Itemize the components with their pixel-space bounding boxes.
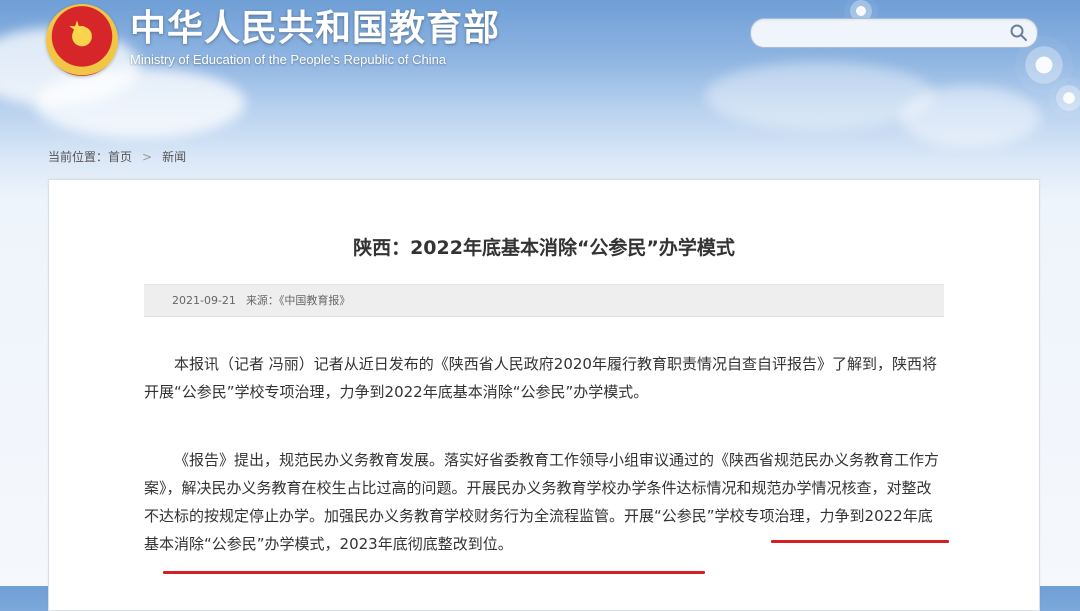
site-subtitle: Ministry of Education of the People's Re… <box>130 52 447 67</box>
article-paragraph: 本报讯（记者 冯丽）记者从近日发布的《陕西省人民政府2020年履行教育职责情况自… <box>144 350 944 406</box>
emphasis-underline <box>771 540 949 543</box>
search-input[interactable] <box>761 19 1005 49</box>
article-panel: 陕西：2022年底基本消除“公参民”办学模式 2021-09-21 来源：《中国教… <box>48 179 1040 611</box>
breadcrumb: 当前位置：首页 > 新闻 <box>48 149 186 165</box>
source-value: 《中国教育报》 <box>278 294 351 307</box>
article-title: 陕西：2022年底基本消除“公参民”办学模式 <box>353 237 735 259</box>
national-emblem-icon: ★ <box>46 4 118 76</box>
article-meta: 2021-09-21 来源：《中国教育报》 <box>172 285 350 316</box>
paragraph-text: 《报告》提出，规范民办义务教育发展。落实好省委教育工作领导小组审议通过的《陕西省… <box>144 451 940 553</box>
breadcrumb-home-link[interactable]: 首页 <box>108 150 132 164</box>
search-box[interactable] <box>750 18 1038 49</box>
emphasis-underline <box>163 571 705 574</box>
breadcrumb-prefix: 当前位置： <box>48 150 109 164</box>
site-title: 中华人民共和国教育部 <box>130 8 501 49</box>
search-icon[interactable] <box>1009 23 1029 43</box>
site-header: ★ 中华人民共和国教育部 Ministry of Education of th… <box>0 0 1080 140</box>
star-icon: ★ <box>68 16 86 40</box>
source-label: 来源： <box>245 294 279 307</box>
paragraph-text: 本报讯（记者 冯丽）记者从近日发布的《陕西省人民政府2020年履行教育职责情况自… <box>144 355 937 401</box>
breadcrumb-separator: > <box>142 150 153 164</box>
publish-date: 2021-09-21 <box>172 294 236 307</box>
article-meta-bar: 2021-09-21 来源：《中国教育报》 <box>144 284 944 317</box>
breadcrumb-news-link[interactable]: 新闻 <box>162 150 186 164</box>
